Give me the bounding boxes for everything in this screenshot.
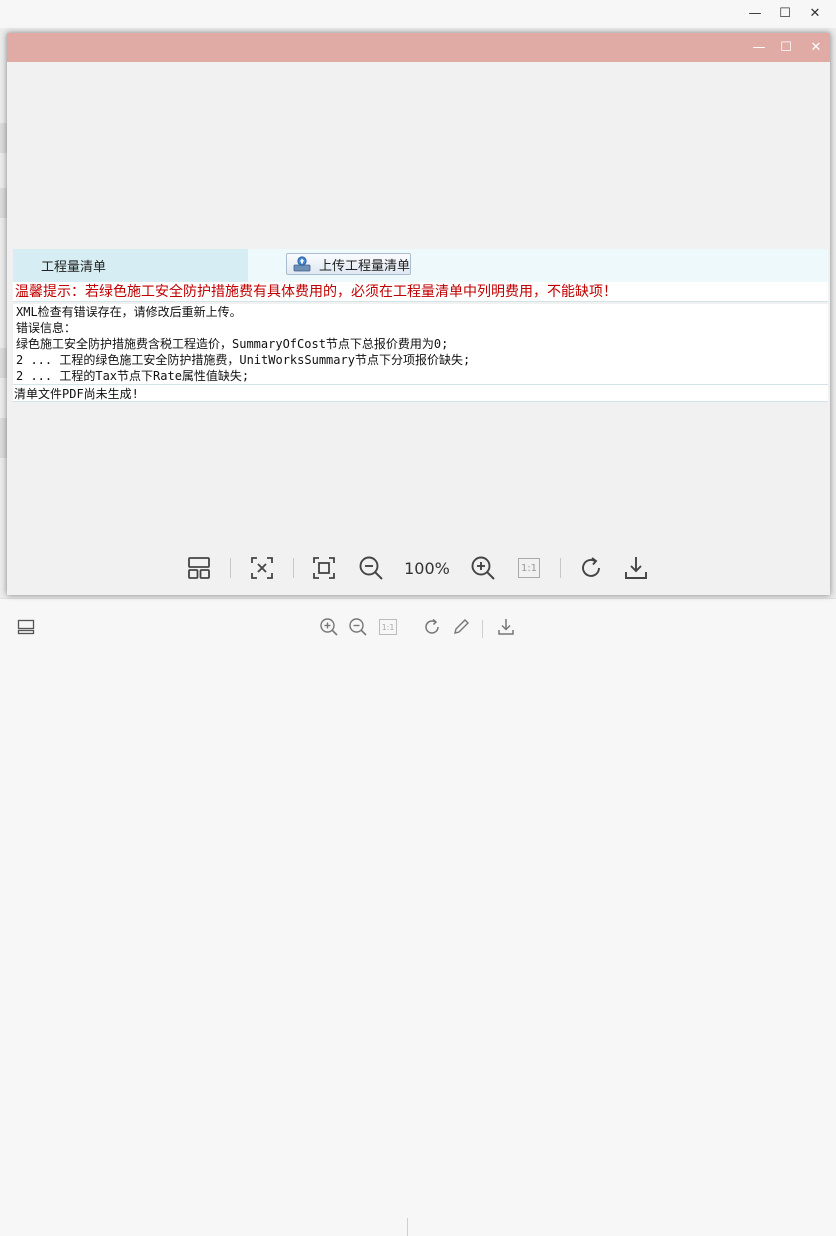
tab-quantity-list[interactable]: 工程量清单 <box>13 249 248 282</box>
outer-minimize-button[interactable]: — <box>743 2 767 24</box>
outer-toolbar: 1:1 <box>0 598 836 1236</box>
viewer-title-bar: — ☐ ✕ <box>7 33 830 62</box>
zoom-out-icon[interactable] <box>357 554 385 582</box>
rotate-icon[interactable] <box>577 554 605 582</box>
error-line: XML检查有错误存在，请修改后重新上传。 <box>16 305 242 319</box>
download-icon[interactable] <box>622 554 650 582</box>
fit-page-icon[interactable] <box>310 554 338 582</box>
error-message-block: XML检查有错误存在，请修改后重新上传。 错误信息： 绿色施工安全防护措施费含税… <box>13 304 828 384</box>
actual-size-icon[interactable]: 1:1 <box>377 616 399 638</box>
upload-button-label: 上传工程量清单 <box>319 258 411 274</box>
actual-size-label: 1:1 <box>518 558 540 578</box>
zoom-in-icon[interactable] <box>469 554 497 582</box>
warm-tip: 温馨提示：若绿色施工安全防护措施费有具体费用的，必须在工程量清单中列明费用，不能… <box>13 282 828 302</box>
toolbar-separator <box>230 558 231 578</box>
upload-icon <box>293 256 311 272</box>
zoom-level: 100% <box>404 558 450 578</box>
error-line: 绿色施工安全防护措施费含税工程造价，SummaryOfCost节点下总报价费用为… <box>16 337 449 351</box>
zoom-out-icon[interactable] <box>347 616 369 638</box>
edit-icon[interactable] <box>450 616 472 638</box>
thumbnails-icon[interactable] <box>185 554 213 582</box>
document-area: 工程量清单 上传工程量清单 温馨提示：若绿色施工安全防护措施费有具体费用的，必须… <box>7 62 830 595</box>
fit-width-icon[interactable] <box>248 554 276 582</box>
thumbnails-icon[interactable] <box>15 616 37 638</box>
toolbar-separator <box>293 558 294 578</box>
error-line: 错误信息： <box>16 321 77 335</box>
actual-size-label: 1:1 <box>379 619 397 635</box>
toolbar-separator <box>407 1218 408 1236</box>
section-header-row: 工程量清单 上传工程量清单 <box>13 249 828 283</box>
viewer-minimize-button[interactable]: — <box>747 36 771 58</box>
viewer-window: — ☐ ✕ 工程量清单 上传工程量清单 温馨提示：若绿色施工安全防护措施费有具体… <box>7 33 830 595</box>
outer-maximize-button[interactable]: ☐ <box>773 2 797 24</box>
upload-quantity-list-button[interactable]: 上传工程量清单 <box>286 253 411 275</box>
zoom-in-icon[interactable] <box>318 616 340 638</box>
error-line: 2 ... 工程的绿色施工安全防护措施费，UnitWorksSummary节点下… <box>16 353 471 367</box>
viewer-toolbar: 100% 1:1 <box>7 549 830 585</box>
pdf-status: 清单文件PDF尚未生成! <box>13 384 828 402</box>
download-icon[interactable] <box>495 616 517 638</box>
toolbar-separator <box>560 558 561 578</box>
viewer-maximize-button[interactable]: ☐ <box>774 36 798 58</box>
actual-size-icon[interactable]: 1:1 <box>515 554 543 582</box>
rotate-icon[interactable] <box>421 616 443 638</box>
viewer-close-button[interactable]: ✕ <box>804 36 828 58</box>
error-line: 2 ... 工程的Tax节点下Rate属性值缺失; <box>16 369 250 383</box>
outer-close-button[interactable]: ✕ <box>803 2 827 24</box>
toolbar-separator <box>482 620 483 638</box>
outer-title-bar: — ☐ ✕ <box>0 0 836 28</box>
